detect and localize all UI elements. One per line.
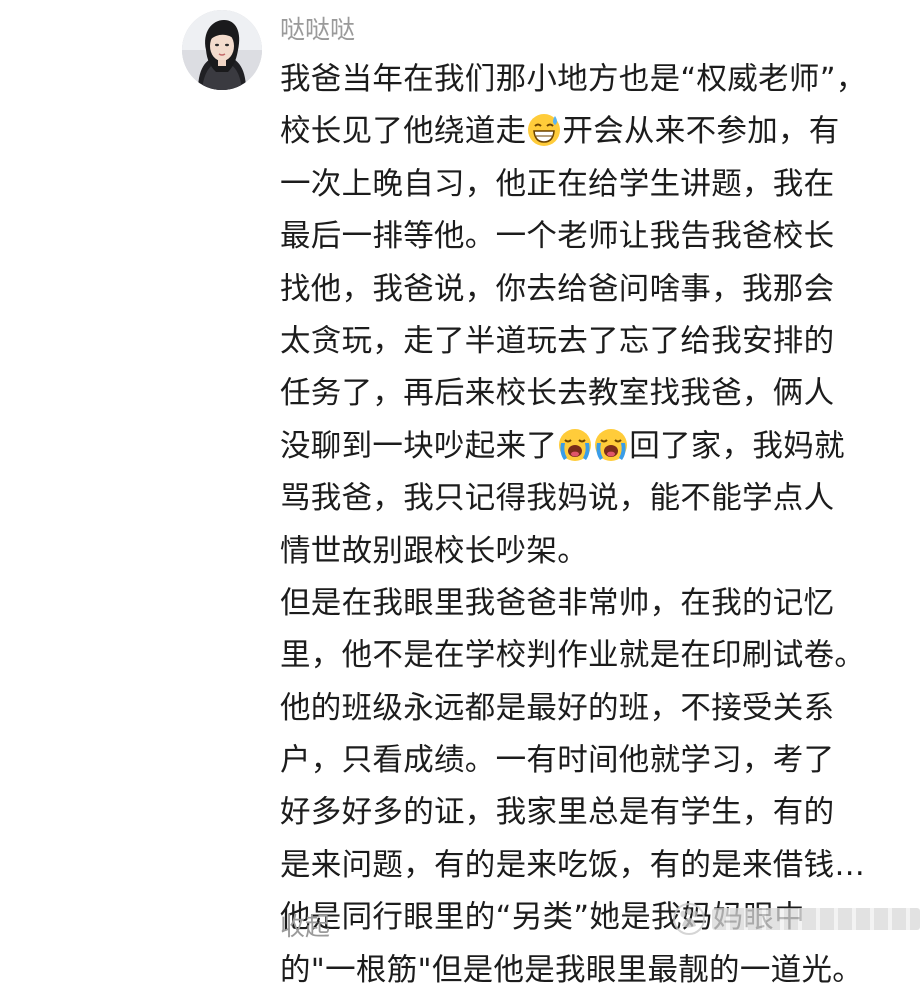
comment-line: 我爸当年在我们那小地方也是“权威老师”， xyxy=(280,54,910,106)
sweat-smile-emoji-icon xyxy=(526,112,562,148)
comment-line: 没聊到一块吵起来了 回了家，我妈就 xyxy=(280,421,910,473)
line-text: 最后一排等他。一个老师让我告我爸校长 xyxy=(280,219,835,255)
line-text: 找他，我爸说，你去给爸问啥事，我那会 xyxy=(280,271,835,307)
line-text: 但是在我眼里我爸爸非常帅，在我的记忆 xyxy=(280,585,835,621)
avatar[interactable] xyxy=(182,10,262,90)
username[interactable]: 哒哒哒 xyxy=(280,14,355,46)
line-text: 一次上晚自习，他正在给学生讲题，我在 xyxy=(280,166,835,202)
line-text: 的"一根筋"但是他是我眼里最靓的一道光。 xyxy=(280,952,864,988)
comment-line: 骂我爸，我只记得我妈说，能不能学点人 xyxy=(280,473,910,525)
line-text: 没聊到一块吵起来了 xyxy=(280,428,558,464)
comment-line: 校长见了他绕道走 开会从来不参加，有 xyxy=(280,106,910,158)
comment-line: 但是在我眼里我爸爸非常帅，在我的记忆 xyxy=(280,578,910,630)
line-text: 他的班级永远都是最好的班，不接受关系 xyxy=(280,690,835,726)
comment-body: 我爸当年在我们那小地方也是“权威老师”， 校长见了他绕道走 开会从来不参加，有 … xyxy=(280,54,910,997)
line-text: 回了家，我妈就 xyxy=(629,428,845,464)
line-text: 开会从来不参加，有 xyxy=(562,114,840,150)
line-text: 太贪玩，走了半道玩去了忘了给我安排的 xyxy=(280,323,835,359)
comment-line: 太贪玩，走了半道玩去了忘了给我安排的 xyxy=(280,316,910,368)
comment-line: 户，只看成绩。一有时间他就学习，考了 xyxy=(280,735,910,787)
comment-line: 任务了，再后来校长去教室找我爸，俩人 xyxy=(280,368,910,420)
user-avatar-photo xyxy=(182,10,262,90)
watermark xyxy=(672,902,920,936)
watermark-text-obscured xyxy=(712,908,920,930)
line-text: 里，他不是在学校判作业就是在印刷试卷。 xyxy=(280,638,866,674)
comment-line: 一次上晚自习，他正在给学生讲题，我在 xyxy=(280,159,910,211)
comment-line: 是来问题，有的是来吃饭，有的是来借钱… xyxy=(280,840,910,892)
comment-line: 找他，我爸说，你去给爸问啥事，我那会 xyxy=(280,264,910,316)
line-text: 任务了，再后来校长去教室找我爸，俩人 xyxy=(280,376,835,412)
loudly-crying-emoji-icon xyxy=(593,427,629,463)
collapse-button[interactable]: 收起 xyxy=(280,907,330,947)
paw-logo-icon xyxy=(673,903,705,935)
line-text: 好多好多的证，我家里总是有学生，有的 xyxy=(280,795,835,831)
comment-line: 最后一排等他。一个老师让我告我爸校长 xyxy=(280,211,910,263)
comment-line: 好多好多的证，我家里总是有学生，有的 xyxy=(280,787,910,839)
line-text: 是来问题，有的是来吃饭，有的是来借钱… xyxy=(280,847,866,883)
line-text: 骂我爸，我只记得我妈说，能不能学点人 xyxy=(280,481,835,517)
comment-line: 的"一根筋"但是他是我眼里最靓的一道光。 xyxy=(280,945,910,997)
comment-line: 他的班级永远都是最好的班，不接受关系 xyxy=(280,683,910,735)
comment-line: 情世故别跟校长吵架。 xyxy=(280,526,910,578)
loudly-crying-emoji-icon xyxy=(557,427,593,463)
line-text: 户，只看成绩。一有时间他就学习，考了 xyxy=(280,743,835,779)
line-text: 情世故别跟校长吵架。 xyxy=(280,533,588,569)
line-text: 我爸当年在我们那小地方也是“权威老师”， xyxy=(280,62,867,97)
comment-line: 里，他不是在学校判作业就是在印刷试卷。 xyxy=(280,630,910,682)
line-text: 校长见了他绕道走 xyxy=(280,114,527,150)
